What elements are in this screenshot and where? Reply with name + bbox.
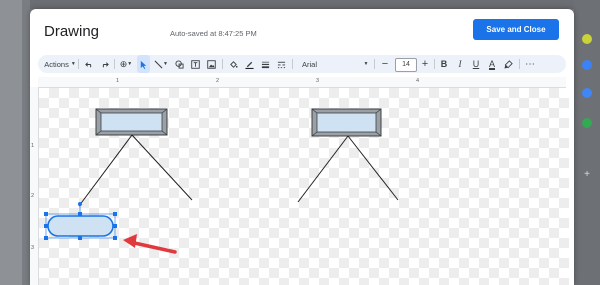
ruler-mark: 2: [31, 193, 35, 199]
contacts-icon[interactable]: [582, 88, 592, 98]
background-top: [30, 0, 574, 9]
font-name: Arial: [302, 59, 318, 69]
save-and-close-button[interactable]: Save and Close: [473, 19, 559, 40]
shape-icon: [174, 59, 184, 69]
add-addon-icon[interactable]: +: [582, 170, 592, 180]
chevron-down-icon: ▼: [163, 61, 168, 67]
zoom-button[interactable]: ⊕ ▼: [117, 55, 135, 73]
resize-handle[interactable]: [44, 224, 48, 228]
connector-line[interactable]: [78, 134, 133, 207]
ruler-mark: 1: [116, 78, 120, 84]
line-icon: [154, 60, 163, 68]
ruler-mark: 3: [31, 245, 35, 251]
line-weight-button[interactable]: [258, 55, 272, 73]
divider: [222, 59, 223, 69]
bevel-shape-left[interactable]: [95, 108, 168, 136]
font-select[interactable]: Arial: [296, 55, 368, 73]
select-icon: [140, 60, 147, 69]
selected-rounded-rectangle[interactable]: [44, 202, 117, 240]
increase-font-size-button[interactable]: +: [418, 55, 432, 73]
ruler-mark: 3: [316, 78, 320, 84]
horizontal-ruler: 1 2 3 4: [38, 77, 566, 88]
chevron-down-icon: ▼: [363, 61, 369, 67]
connector-line[interactable]: [347, 135, 399, 201]
drawing-toolbar: Actions ▼ ⊕ ▼ ▼ Arial ▼ − 14 + B I U A ⋯: [38, 55, 566, 73]
highlight-color-button[interactable]: [501, 55, 515, 73]
divider: [374, 59, 375, 69]
resize-handle[interactable]: [113, 236, 117, 240]
line-color-icon: [244, 61, 254, 69]
tasks-icon[interactable]: [582, 60, 592, 70]
textbox-icon: [190, 59, 200, 69]
ruler-mark: 4: [416, 78, 420, 84]
select-tool-button[interactable]: [137, 55, 150, 73]
resize-handle[interactable]: [113, 224, 117, 228]
actions-label: Actions: [44, 59, 69, 69]
chevron-down-icon: ▼: [127, 61, 133, 67]
resize-handle[interactable]: [78, 212, 82, 216]
italic-button[interactable]: I: [453, 55, 467, 73]
image-icon: [206, 59, 216, 69]
line-dash-icon: [277, 61, 285, 68]
fill-color-icon: [229, 60, 238, 68]
line-tool-button[interactable]: ▼: [152, 55, 170, 73]
ruler-mark: 2: [216, 78, 220, 84]
ruler-mark: 1: [31, 143, 35, 149]
drawing-canvas[interactable]: [39, 88, 569, 285]
resize-handle[interactable]: [44, 212, 48, 216]
resize-handle[interactable]: [44, 236, 48, 240]
line-dash-button[interactable]: [274, 55, 288, 73]
shape-tool-button[interactable]: [172, 55, 186, 73]
dialog-title: Drawing: [44, 23, 100, 40]
divider: [114, 59, 115, 69]
textbox-tool-button[interactable]: [188, 55, 202, 73]
drawing-shapes: [44, 108, 399, 254]
more-options-button[interactable]: ⋯: [523, 55, 537, 73]
actions-menu[interactable]: Actions ▼: [42, 55, 78, 73]
redo-button[interactable]: [97, 55, 111, 73]
font-size-input[interactable]: 14: [395, 58, 417, 72]
highlighter-icon: [503, 59, 513, 69]
resize-handle[interactable]: [113, 212, 117, 216]
divider: [519, 59, 520, 69]
redo-icon: [102, 61, 109, 67]
maps-icon[interactable]: [582, 118, 592, 128]
line-weight-icon: [261, 61, 269, 68]
undo-icon: [84, 61, 91, 67]
divider: [78, 59, 79, 69]
bold-button[interactable]: B: [437, 55, 451, 73]
decrease-font-size-button[interactable]: −: [378, 55, 392, 73]
image-tool-button[interactable]: [204, 55, 218, 73]
chevron-down-icon: ▼: [70, 61, 76, 67]
side-panel: +: [574, 0, 600, 285]
connector-line[interactable]: [297, 135, 349, 203]
rotate-handle[interactable]: [78, 202, 82, 206]
zoom-icon: ⊕: [119, 58, 128, 69]
vertical-ruler: 1 2 3: [30, 87, 39, 285]
underline-button[interactable]: U: [469, 55, 483, 73]
connector-line[interactable]: [131, 134, 193, 201]
line-color-button[interactable]: [242, 55, 256, 73]
red-arrow-annotation: [123, 234, 177, 254]
bevel-shape-right[interactable]: [311, 108, 382, 137]
fill-color-button[interactable]: [226, 55, 240, 73]
drawing-dialog: Drawing Auto-saved at 8:47:25 PM Save an…: [30, 9, 574, 285]
divider: [434, 59, 435, 69]
autosave-status: Auto-saved at 8:47:25 PM: [170, 29, 257, 38]
undo-button[interactable]: [82, 55, 96, 73]
calendar-icon[interactable]: [582, 34, 592, 44]
divider: [292, 59, 293, 69]
resize-handle[interactable]: [78, 236, 82, 240]
document-behind-left: [0, 0, 22, 285]
text-color-button[interactable]: A: [485, 55, 499, 73]
